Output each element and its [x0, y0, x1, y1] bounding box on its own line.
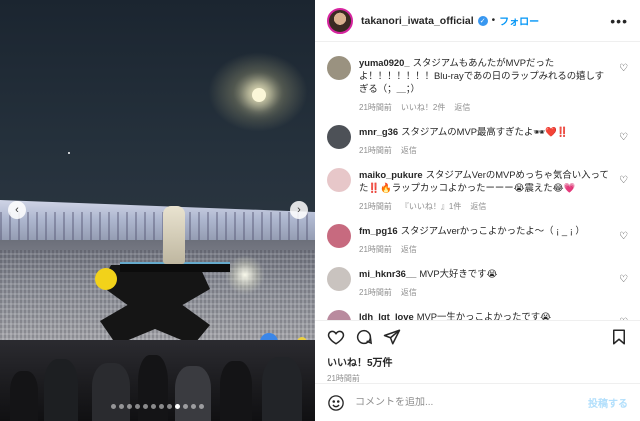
commenter-avatar[interactable] — [327, 267, 351, 291]
crowd-person — [92, 363, 130, 421]
commenter-avatar[interactable] — [327, 56, 351, 80]
comment-time: 21時間前 — [359, 245, 392, 254]
separator-dot: • — [491, 15, 496, 26]
comment-text: ldh_lgt_love MVP一生かっこよかったです😭 — [359, 310, 610, 320]
comment-meta: 21時間前 返信 — [359, 244, 610, 255]
more-options-icon[interactable]: ••• — [610, 13, 628, 29]
carousel-dot — [135, 404, 140, 409]
comment-input[interactable] — [355, 397, 588, 408]
comment-like-heart-icon[interactable]: ♡ — [619, 132, 628, 143]
comment-item: ldh_lgt_loveMVP一生かっこよかったです😭 21時間前 返信 ♡ — [327, 310, 628, 320]
comment-time: 21時間前 — [359, 146, 392, 155]
commenter-avatar[interactable] — [327, 310, 351, 320]
post-actions: いいね！5万件 21時間前 — [315, 320, 640, 383]
bookmark-icon[interactable] — [610, 328, 628, 346]
crowd-person — [262, 357, 302, 421]
carousel-dot — [175, 404, 180, 409]
comment-time: 21時間前 — [359, 103, 392, 112]
author-avatar[interactable] — [327, 7, 353, 34]
commenter-username[interactable]: yuma0920_ — [359, 57, 410, 68]
carousel-dot — [167, 404, 172, 409]
crowd-person — [10, 371, 38, 421]
carousel-dot — [191, 404, 196, 409]
crowd-person — [175, 366, 211, 421]
comment-likes[interactable]: いいね！2件 — [401, 102, 445, 113]
performer-figure — [163, 206, 185, 264]
reply-button[interactable]: 返信 — [401, 287, 417, 298]
comment-item: fm_pg16 スタジアムverかっこよかったよ〜（ ¡ _ ¡ ） 21時間前 … — [327, 224, 628, 255]
likes-count[interactable]: いいね！5万件 — [327, 354, 628, 369]
comment-item: mi_hknr36__ MVP大好きです😭 21時間前 返信 ♡ — [327, 267, 628, 298]
comment-text: yuma0920_ スタジアムもあんたがMVPだったよ！！！！！！！Blu-ray… — [359, 56, 610, 95]
comment-text: maiko_pukure スタジアムVerのMVPめっちゃ気合い入ってた‼️🔥ラッ… — [359, 168, 610, 194]
crowd-person — [44, 359, 78, 421]
author-username[interactable]: takanori_iwata_official — [361, 15, 474, 27]
comment-meta: 21時間前 返信 — [359, 145, 610, 156]
post-photo[interactable]: ‹ › — [0, 0, 315, 421]
comment-like-heart-icon[interactable]: ♡ — [619, 231, 628, 242]
verified-badge-icon: ✓ — [477, 15, 488, 26]
comment-time: 21時間前 — [359, 288, 392, 297]
carousel-dot — [199, 404, 204, 409]
post-sidebar: takanori_iwata_official ✓ • フォロー ••• yum… — [315, 0, 640, 421]
comment-bubble-icon[interactable] — [355, 328, 373, 346]
commenter-avatar[interactable] — [327, 224, 351, 248]
moon — [252, 88, 266, 102]
comment-body: MVP一生かっこよかったです😭 — [416, 311, 552, 320]
post-comment-button[interactable]: 投稿する — [588, 395, 628, 410]
comment-body: MVP大好きです😭 — [419, 268, 498, 279]
carousel-dot — [159, 404, 164, 409]
carousel-dot — [183, 404, 188, 409]
commenter-username[interactable]: mnr_g36 — [359, 126, 398, 137]
spotlight — [225, 255, 265, 295]
comment-body: スタジアムのMVP最高すぎたよ🕶❤️‼️ — [401, 126, 569, 137]
carousel-dot — [127, 404, 132, 409]
comments-list[interactable]: yuma0920_ スタジアムもあんたがMVPだったよ！！！！！！！Blu-ray… — [315, 42, 640, 320]
comment-item: mnr_g36 スタジアムのMVP最高すぎたよ🕶❤️‼️ 21時間前 返信 ♡ — [327, 125, 628, 156]
crowd-person — [220, 361, 252, 421]
comment-item: yuma0920_ スタジアムもあんたがMVPだったよ！！！！！！！Blu-ray… — [327, 56, 628, 113]
share-paper-plane-icon[interactable] — [383, 328, 401, 346]
comment-time: 21時間前 — [359, 202, 392, 211]
commenter-avatar[interactable] — [327, 125, 351, 149]
comment-body: スタジアムverかっこよかったよ〜（ ¡ _ ¡ ） — [400, 225, 585, 236]
reply-button[interactable]: 返信 — [401, 244, 417, 255]
commenter-username[interactable]: maiko_pukure — [359, 169, 423, 180]
comment-item: maiko_pukure スタジアムVerのMVPめっちゃ気合い入ってた‼️🔥ラッ… — [327, 168, 628, 212]
reply-button[interactable]: 返信 — [470, 201, 486, 212]
emoji-smiley-icon[interactable] — [327, 394, 345, 412]
comment-likes[interactable]: 『いいね！』1件 — [401, 201, 461, 212]
follow-button[interactable]: フォロー — [499, 13, 539, 28]
comment-meta: 21時間前 返信 — [359, 287, 610, 298]
comment-text: mnr_g36 スタジアムのMVP最高すぎたよ🕶❤️‼️ — [359, 125, 610, 138]
comment-like-heart-icon[interactable]: ♡ — [619, 175, 628, 186]
comment-meta: 21時間前 『いいね！』1件 返信 — [359, 201, 610, 212]
commenter-username[interactable]: mi_hknr36__ — [359, 268, 416, 279]
star — [68, 152, 70, 154]
carousel-next-button[interactable]: › — [290, 201, 308, 219]
carousel-prev-button[interactable]: ‹ — [8, 201, 26, 219]
crowd-person — [138, 355, 168, 421]
yellow-balloon — [95, 268, 117, 290]
carousel-dot — [151, 404, 156, 409]
carousel-dot — [119, 404, 124, 409]
comment-like-heart-icon[interactable]: ♡ — [619, 274, 628, 285]
comment-text: fm_pg16 スタジアムverかっこよかったよ〜（ ¡ _ ¡ ） — [359, 224, 610, 237]
reply-button[interactable]: 返信 — [454, 102, 470, 113]
carousel-dot — [111, 404, 116, 409]
like-heart-icon[interactable] — [327, 328, 345, 346]
commenter-username[interactable]: fm_pg16 — [359, 225, 398, 236]
post-header: takanori_iwata_official ✓ • フォロー ••• — [315, 0, 640, 42]
commenter-username[interactable]: ldh_lgt_love — [359, 311, 414, 320]
carousel-indicator — [0, 404, 315, 409]
commenter-avatar[interactable] — [327, 168, 351, 192]
comment-composer: 投稿する — [315, 383, 640, 421]
reply-button[interactable]: 返信 — [401, 145, 417, 156]
stadium-roof-lines — [0, 212, 315, 242]
comment-text: mi_hknr36__ MVP大好きです😭 — [359, 267, 610, 280]
comment-like-heart-icon[interactable]: ♡ — [619, 63, 628, 74]
comment-meta: 21時間前 いいね！2件 返信 — [359, 102, 610, 113]
carousel-dot — [143, 404, 148, 409]
